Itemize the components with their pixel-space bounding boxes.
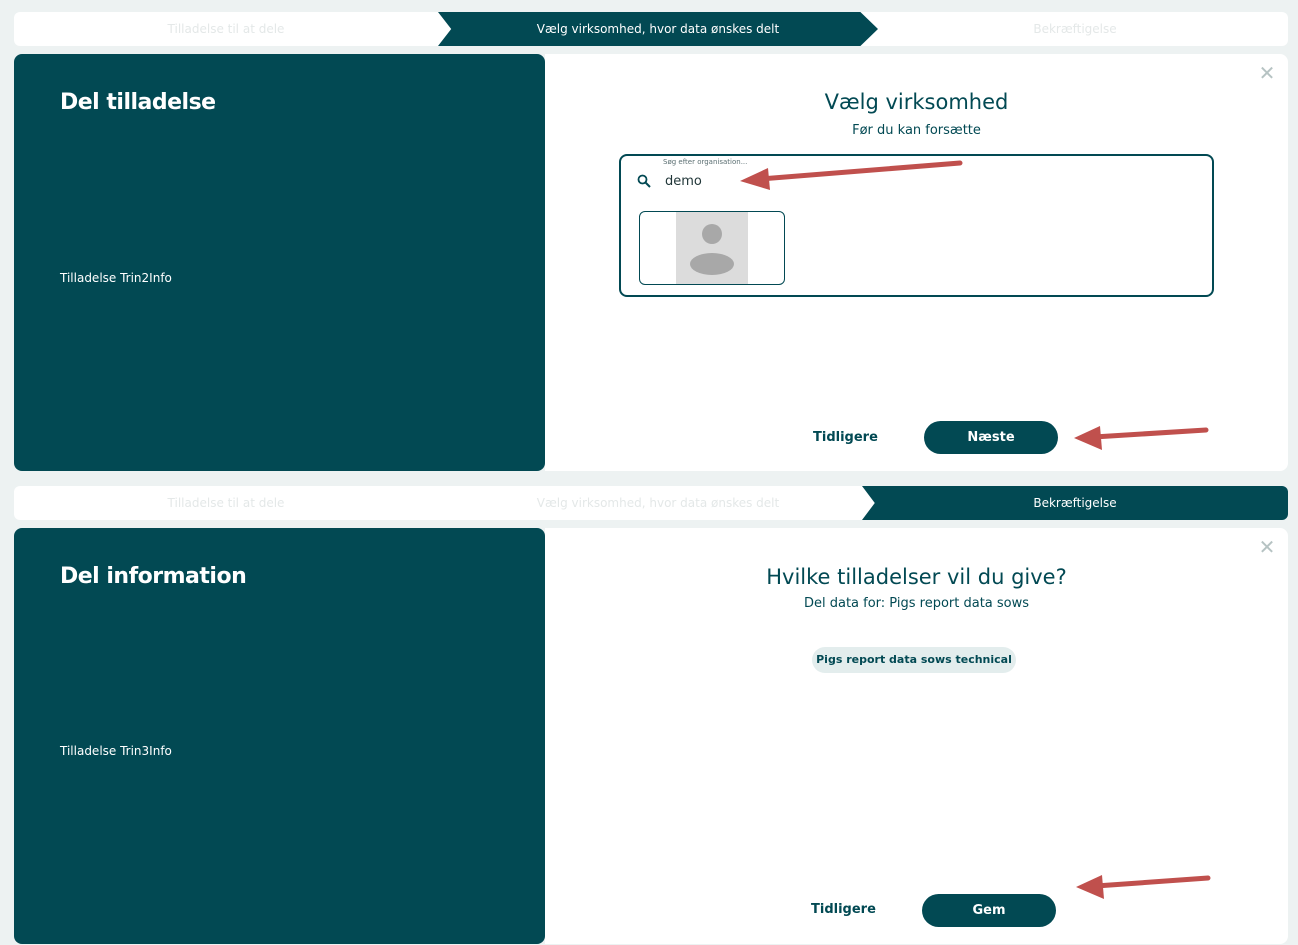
left-info-card-2: Del information Tilladelse Trin3Info (14, 528, 545, 944)
search-label: Søg efter organisation... (663, 158, 748, 166)
stepper: Tilladelse til at dele Vælg virksomhed, … (14, 12, 1288, 46)
left-card-title: Del information (60, 564, 247, 589)
organisation-result-card[interactable] (639, 211, 785, 285)
step-choose-company[interactable]: Vælg virksomhed, hvor data ønskes delt (438, 486, 878, 520)
dialog-title: Hvilke tilladelser vil du give? (766, 565, 1067, 589)
previous-button[interactable]: Tidligere (813, 430, 878, 445)
annotation-arrow (1074, 426, 1209, 450)
close-icon[interactable]: ✕ (1258, 537, 1276, 557)
annotation-arrow (740, 160, 963, 190)
previous-button[interactable]: Tidligere (811, 902, 876, 917)
right-dialog-card: ✕ Vælg virksomhed Før du kan forsætte Sø… (545, 54, 1288, 471)
next-button[interactable]: Næste (924, 421, 1058, 454)
step-confirmation[interactable]: Bekræftigelse (862, 486, 1288, 520)
left-card-info: Tilladelse Trin2Info (60, 271, 172, 285)
left-card-info: Tilladelse Trin3Info (60, 744, 172, 758)
search-icon (637, 174, 651, 188)
save-button[interactable]: Gem (922, 894, 1056, 927)
stepper-2: Tilladelse til at dele Vælg virksomhed, … (14, 486, 1288, 520)
left-info-card: Del tilladelse Tilladelse Trin2Info (14, 54, 545, 471)
avatar-placeholder-icon (676, 212, 748, 284)
annotation-arrow (1076, 875, 1211, 899)
permission-chip[interactable]: Pigs report data sows technical (812, 647, 1016, 673)
dialog-title: Vælg virksomhed (824, 90, 1009, 114)
dialog-subtitle: Før du kan forsætte (852, 123, 981, 138)
dialog-subtitle: Del data for: Pigs report data sows (803, 596, 1030, 611)
step-permission[interactable]: Tilladelse til at dele (14, 12, 438, 46)
step-permission[interactable]: Tilladelse til at dele (14, 486, 438, 520)
step-confirmation[interactable]: Bekræftigelse (862, 12, 1288, 46)
close-icon[interactable]: ✕ (1258, 63, 1276, 83)
left-card-title: Del tilladelse (60, 90, 216, 115)
step-choose-company[interactable]: Vælg virksomhed, hvor data ønskes delt (438, 12, 878, 46)
